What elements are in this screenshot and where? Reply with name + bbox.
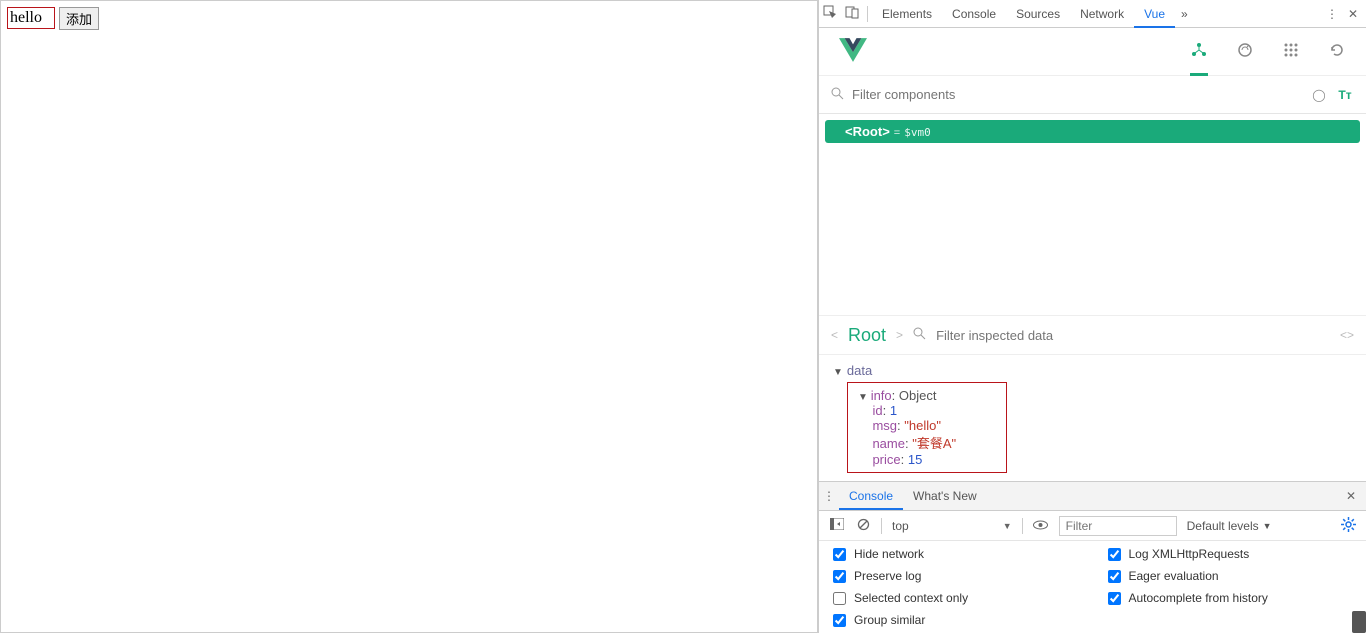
select-component-icon[interactable]: ◯ — [1310, 88, 1328, 102]
separator — [867, 6, 868, 22]
opt-selected-ctx[interactable]: Selected context only — [833, 591, 1078, 605]
vuex-tab-icon[interactable] — [1236, 42, 1254, 62]
separator — [1022, 518, 1023, 534]
events-tab-icon[interactable] — [1282, 42, 1300, 62]
inspector-root-label: Root — [848, 325, 886, 346]
prop-name[interactable]: name: "套餐A" — [858, 433, 996, 452]
opt-log-xhr[interactable]: Log XMLHttpRequests — [1108, 547, 1353, 561]
data-section-header[interactable]: ▼data — [833, 363, 1352, 378]
console-settings-icon[interactable] — [1341, 517, 1356, 535]
tabs-overflow-icon[interactable]: » — [1175, 7, 1194, 21]
device-toggle-icon[interactable] — [841, 5, 863, 22]
tab-network[interactable]: Network — [1070, 0, 1134, 28]
search-icon — [913, 327, 926, 343]
format-icon[interactable]: Tᴛ — [1336, 88, 1354, 102]
opt-preserve-log[interactable]: Preserve log — [833, 569, 1078, 583]
angle-left: < — [831, 328, 838, 342]
drawer-tab-whatsnew[interactable]: What's New — [903, 482, 987, 510]
components-tab-icon[interactable] — [1190, 42, 1208, 76]
devtools-tabbar: Elements Console Sources Network Vue » ⋮… — [819, 0, 1366, 28]
context-selector[interactable]: top▼ — [892, 519, 1012, 533]
separator — [881, 518, 882, 534]
tab-console[interactable]: Console — [942, 0, 1006, 28]
opt-hide-network[interactable]: Hide network — [833, 547, 1078, 561]
devtools-panel: Elements Console Sources Network Vue » ⋮… — [818, 0, 1366, 633]
component-filter-bar: ◯ Tᴛ — [819, 76, 1366, 114]
kebab-menu-icon[interactable]: ⋮ — [1326, 7, 1338, 21]
inspect-icon[interactable] — [819, 5, 841, 22]
data-panel: ▼data ▼ info: Object id: 1 msg: "hello" … — [819, 355, 1366, 481]
drawer-tabbar: ⋮ Console What's New ✕ — [819, 481, 1366, 511]
prop-id[interactable]: id: 1 — [858, 403, 996, 418]
refresh-icon[interactable] — [1328, 42, 1346, 62]
tab-vue[interactable]: Vue — [1134, 0, 1175, 28]
expand-icon[interactable]: <> — [1340, 328, 1354, 342]
angle-right: > — [896, 328, 903, 342]
drawer-close-icon[interactable]: ✕ — [1336, 489, 1366, 503]
log-levels-selector[interactable]: Default levels ▼ — [1187, 519, 1272, 533]
tree-spacer — [819, 149, 1366, 315]
drawer-tab-console[interactable]: Console — [839, 482, 903, 510]
search-icon — [831, 87, 844, 103]
app-page: 添加 — [0, 0, 818, 633]
filter-components-input[interactable] — [852, 87, 1302, 102]
message-input[interactable] — [7, 7, 55, 29]
scrollbar-indicator[interactable] — [1352, 611, 1366, 633]
inspector-header: < Root > <> — [819, 315, 1366, 355]
console-controls: top▼ Default levels ▼ — [819, 511, 1366, 541]
vue-toolbar — [819, 28, 1366, 76]
opt-group-similar[interactable]: Group similar — [833, 613, 1078, 627]
tab-sources[interactable]: Sources — [1006, 0, 1070, 28]
console-filter-input[interactable] — [1059, 516, 1177, 536]
live-expression-icon[interactable] — [1033, 519, 1049, 533]
clear-console-icon[interactable] — [855, 518, 871, 534]
prop-msg[interactable]: msg: "hello" — [858, 418, 996, 433]
vue-logo-icon — [839, 36, 867, 67]
console-sidebar-toggle-icon[interactable] — [829, 518, 845, 533]
add-button[interactable]: 添加 — [59, 7, 99, 30]
component-tree: <Root> = $vm0 — [819, 114, 1366, 149]
opt-eager-eval[interactable]: Eager evaluation — [1108, 569, 1353, 583]
filter-inspected-input[interactable] — [936, 328, 1330, 343]
close-devtools-icon[interactable]: ✕ — [1348, 7, 1358, 21]
info-object-box: ▼ info: Object id: 1 msg: "hello" name: … — [847, 382, 1007, 473]
prop-price[interactable]: price: 15 — [858, 452, 996, 467]
root-component-node[interactable]: <Root> = $vm0 — [825, 120, 1360, 143]
console-options: Hide network Log XMLHttpRequests Preserv… — [819, 541, 1366, 633]
opt-autocomplete[interactable]: Autocomplete from history — [1108, 591, 1353, 605]
tab-elements[interactable]: Elements — [872, 0, 942, 28]
info-header-line[interactable]: ▼ info: Object — [858, 388, 996, 403]
drawer-menu-icon[interactable]: ⋮ — [819, 489, 839, 503]
